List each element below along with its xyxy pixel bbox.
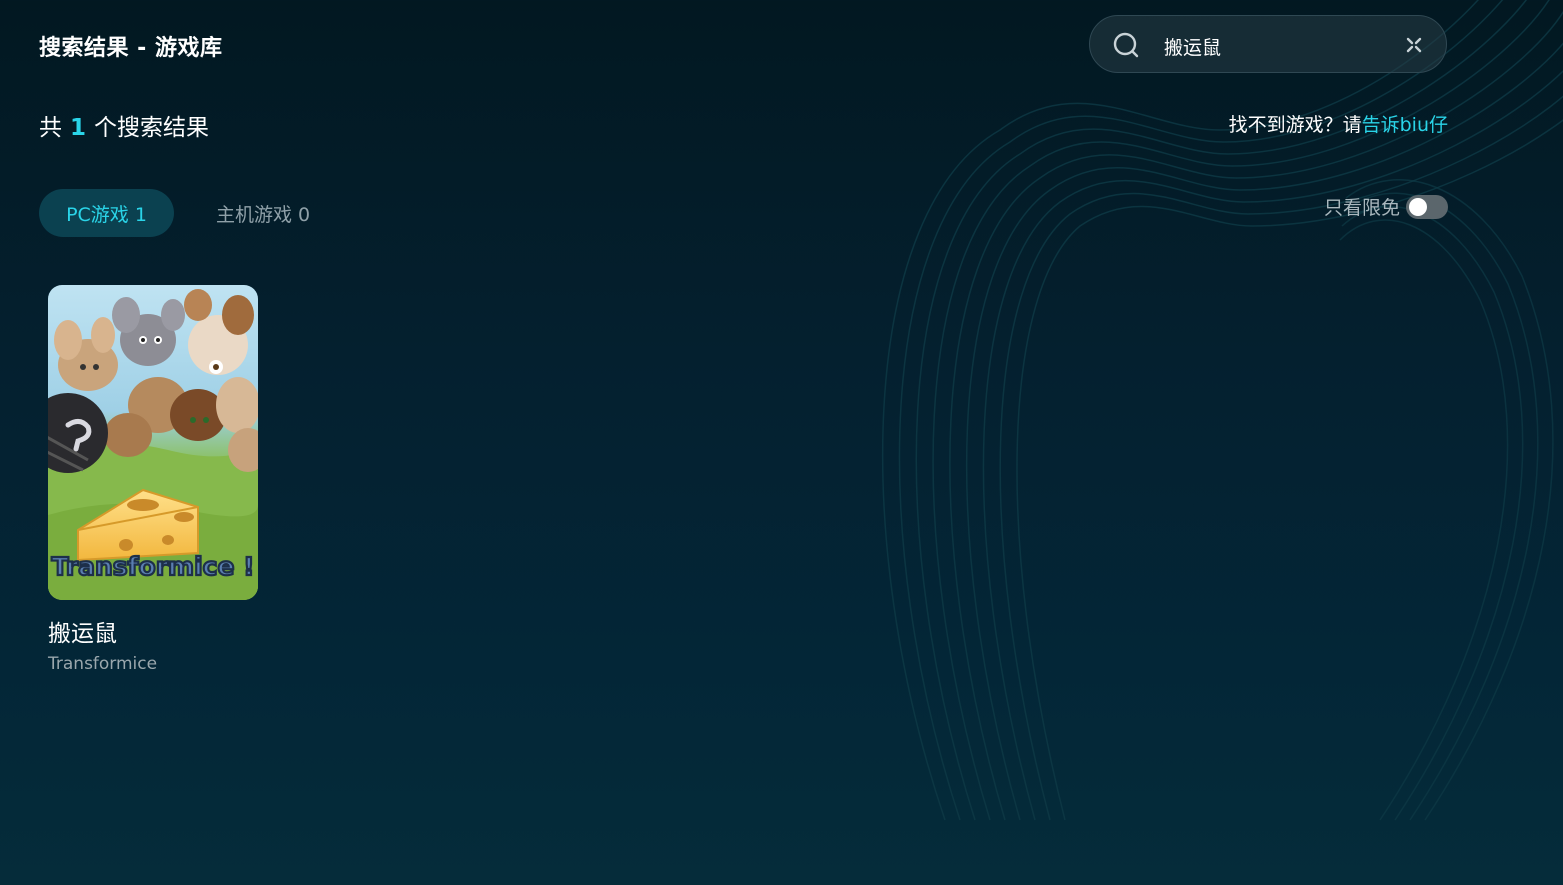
page-title: 搜索结果 - 游戏库 [39,36,223,61]
search-box[interactable] [1089,15,1447,73]
free-only-toggle[interactable] [1406,194,1448,219]
result-count-prefix: 共 [39,115,62,141]
tab-console-games[interactable]: 主机游戏 0 [216,189,310,237]
tell-biu-link[interactable]: 告诉biu仔 [1362,114,1448,136]
game-subtitle: Transformice [48,654,158,674]
toggle-knob [1409,197,1427,216]
search-icon[interactable] [1112,31,1142,61]
result-count-number: 1 [70,115,87,141]
cover-logo-text: Transformice ! [51,552,254,581]
tab-pc-games[interactable]: PC游戏 1 [39,189,174,237]
close-icon[interactable] [1402,33,1426,57]
game-title: 搬运鼠 [48,621,117,647]
search-input[interactable] [1162,29,1386,63]
cant-find-game-text: 找不到游戏？请 [1228,114,1362,136]
game-cover-image[interactable]: Transformice ! [48,285,258,600]
result-count-suffix: 个搜索结果 [94,115,210,141]
game-card[interactable]: Transformice ! 搬运鼠 Transformice [48,285,258,674]
result-count: 共 1 个搜索结果 [39,108,209,142]
background-swirl-decoration [882,0,1563,821]
cant-find-game-prompt: 找不到游戏？请告诉biu仔 [1229,110,1448,137]
free-only-filter: 只看限免 [1324,193,1448,220]
free-only-label: 只看限免 [1323,197,1400,219]
